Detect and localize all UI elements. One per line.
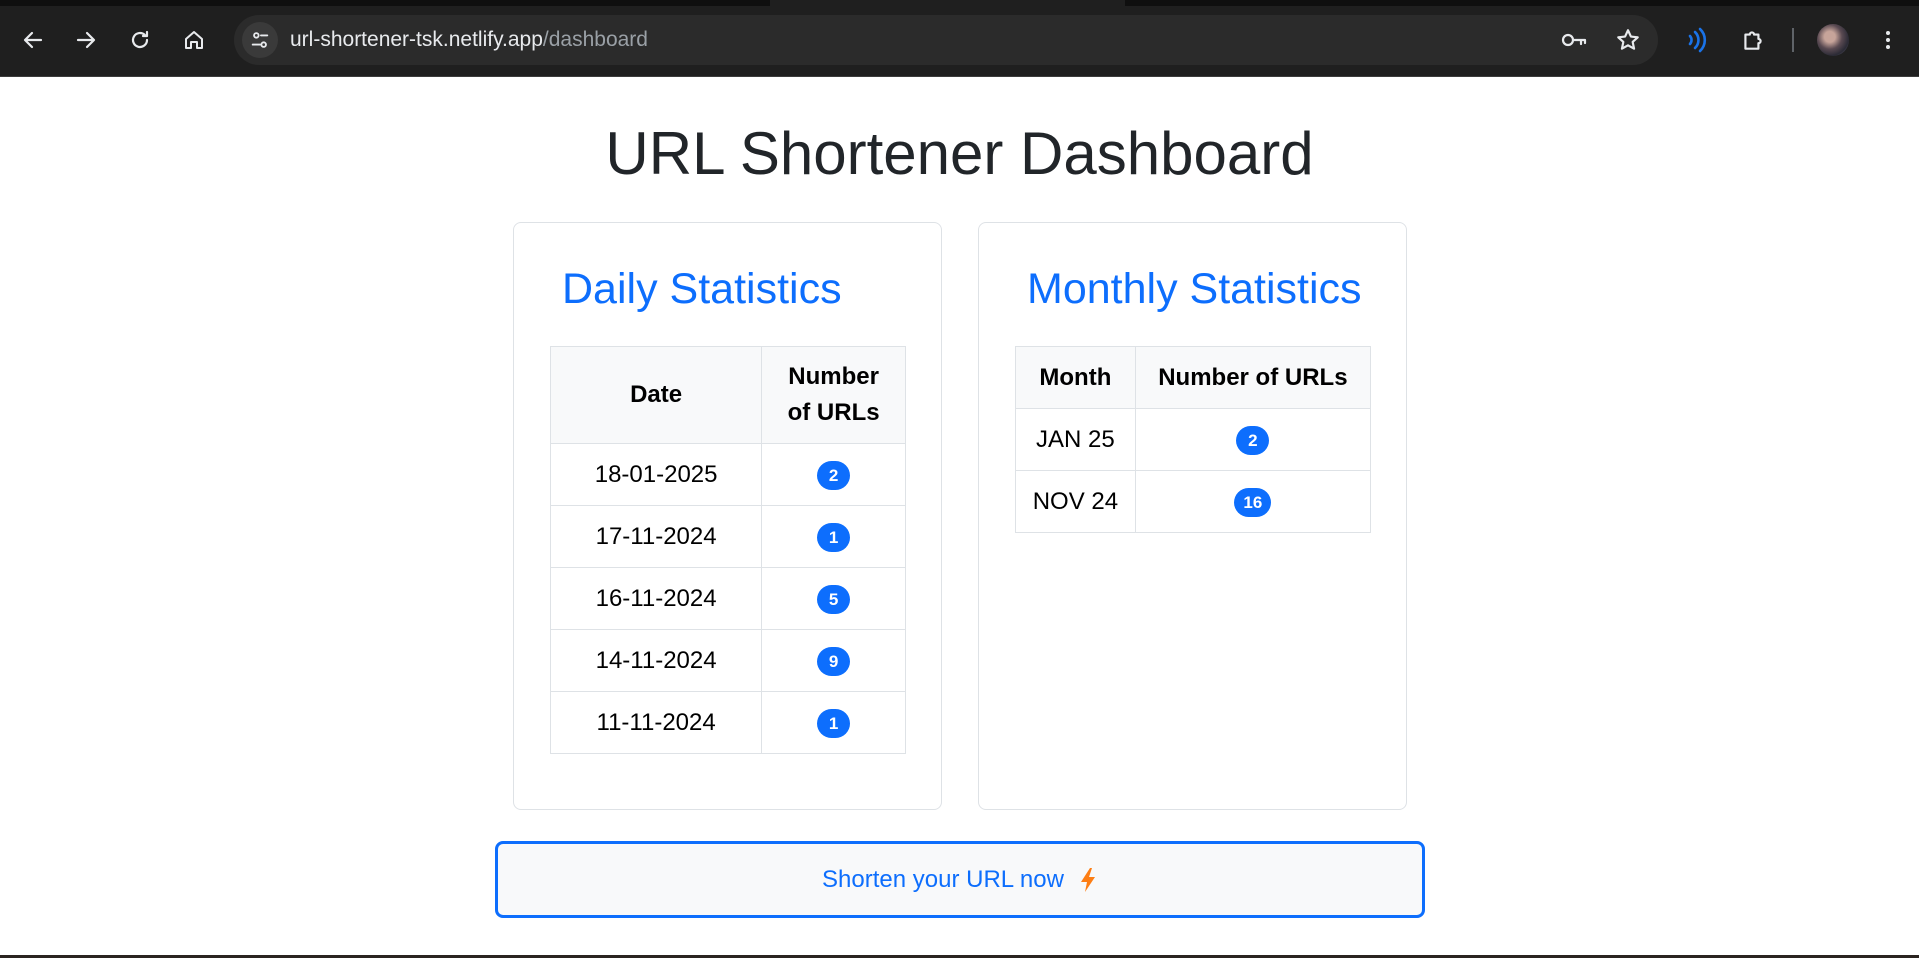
url-path: /dashboard: [542, 28, 648, 51]
month-cell: NOV 24: [1015, 470, 1136, 533]
table-header-row: Month Number of URLs: [1015, 346, 1372, 409]
count-cell: 5: [761, 567, 906, 630]
daily-statistics-card: Daily Statistics Date Number of URLs 18-…: [513, 222, 942, 810]
bookmark-button[interactable]: [1614, 26, 1642, 54]
arrow-right-icon: [76, 31, 96, 49]
home-icon: [185, 31, 203, 49]
tab-strip-edge: [0, 0, 770, 6]
url-host: url-shortener-tsk.netlify.app: [290, 28, 543, 51]
address-bar[interactable]: url-shortener-tsk.netlify.app/dashboard: [234, 15, 1658, 65]
browser-toolbar: url-shortener-tsk.netlify.app/dashboard: [0, 0, 1919, 77]
column-header-month: Month: [1015, 346, 1136, 409]
count-cell: 2: [1134, 408, 1372, 471]
date-cell: 14-11-2024: [549, 629, 763, 692]
reload-icon: [131, 30, 149, 49]
count-badge: 16: [1234, 487, 1272, 517]
count-cell: 9: [761, 629, 906, 692]
table-row: 11-11-2024 1: [549, 691, 906, 754]
table-row: 16-11-2024 5: [549, 567, 906, 630]
shorten-url-button[interactable]: Shorten your URL now: [495, 841, 1425, 918]
monthly-statistics-title: Monthly Statistics: [1027, 265, 1362, 313]
table-row: 14-11-2024 9: [549, 629, 906, 692]
arrow-left-icon: [23, 31, 43, 49]
reload-button[interactable]: [122, 22, 158, 58]
table-row: 17-11-2024 1: [549, 505, 906, 568]
date-cell: 16-11-2024: [549, 567, 763, 630]
count-badge: 5: [817, 584, 851, 614]
lightning-bolt-icon: [1078, 867, 1098, 893]
count-badge: 1: [817, 522, 851, 552]
home-button[interactable]: [176, 22, 212, 58]
tune-icon: [251, 32, 269, 48]
column-header-count: Number of URLs: [761, 346, 906, 444]
media-control-button[interactable]: [1680, 22, 1716, 58]
password-key-button[interactable]: [1560, 26, 1588, 54]
star-icon: [1617, 29, 1639, 50]
forward-button[interactable]: [68, 22, 104, 58]
puzzle-icon: [1744, 31, 1762, 50]
browser-menu-button[interactable]: [1870, 22, 1906, 58]
monthly-statistics-card: Monthly Statistics Month Number of URLs …: [978, 222, 1407, 810]
daily-statistics-table: Date Number of URLs 18-01-2025 2 17-11-2…: [549, 346, 906, 754]
broadcast-icon: [1688, 27, 1707, 53]
count-badge: 2: [1236, 425, 1270, 455]
profile-avatar[interactable]: [1817, 24, 1849, 56]
date-cell: 18-01-2025: [549, 443, 763, 506]
table-header-row: Date Number of URLs: [549, 346, 906, 444]
site-info-button[interactable]: [242, 22, 278, 58]
table-row: 18-01-2025 2: [549, 443, 906, 506]
column-header-count: Number of URLs: [1134, 346, 1372, 409]
column-header-count-label: Number of URLs: [787, 363, 880, 426]
count-badge: 1: [817, 708, 851, 738]
toolbar-separator: [1792, 28, 1794, 52]
tab-strip-edge: [1125, 0, 1919, 6]
table-row: NOV 24 16: [1015, 470, 1372, 533]
count-cell: 2: [761, 443, 906, 506]
date-cell: 17-11-2024: [549, 505, 763, 568]
date-cell: 11-11-2024: [549, 691, 763, 754]
extensions-button[interactable]: [1735, 22, 1771, 58]
daily-statistics-title: Daily Statistics: [562, 265, 842, 313]
column-header-date: Date: [549, 346, 763, 444]
url-text[interactable]: url-shortener-tsk.netlify.app/dashboard: [290, 28, 648, 52]
page-title: URL Shortener Dashboard: [605, 120, 1314, 187]
count-badge: 2: [817, 460, 851, 490]
table-row: JAN 25 2: [1015, 408, 1372, 471]
count-cell: 1: [761, 505, 906, 568]
month-cell: JAN 25: [1015, 408, 1136, 471]
kebab-menu-icon: [1886, 31, 1890, 49]
monthly-statistics-table: Month Number of URLs JAN 25 2 NOV 24 16: [1015, 346, 1372, 533]
shorten-url-label: Shorten your URL now: [822, 865, 1064, 893]
count-badge: 9: [817, 646, 851, 676]
count-cell: 16: [1134, 470, 1372, 533]
count-cell: 1: [761, 691, 906, 754]
key-icon: [1561, 33, 1587, 47]
back-button[interactable]: [15, 22, 51, 58]
